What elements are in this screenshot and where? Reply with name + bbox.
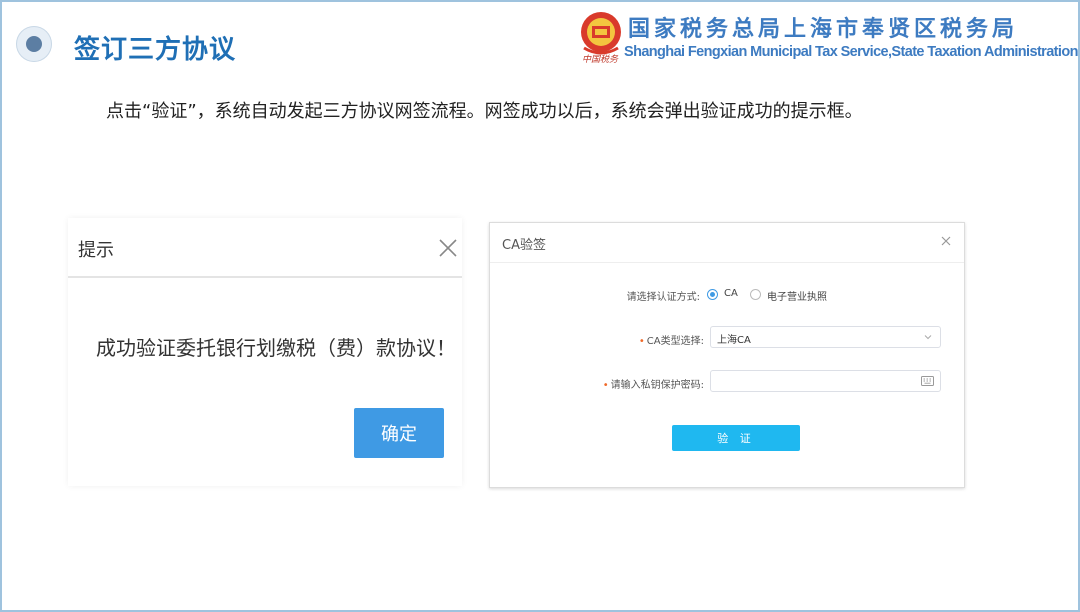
page-title: 签订三方协议 xyxy=(74,35,237,65)
close-icon[interactable] xyxy=(940,235,952,247)
ca-verify-dialog: CA验签 请选择认证方式: CA 电子营业执照 • CA类型选择: 上海CA • 请… xyxy=(489,222,965,488)
password-input[interactable] xyxy=(710,370,941,392)
ca-type-value: 上海CA xyxy=(717,335,751,346)
organization-name-en: Shanghai Fengxian Municipal Tax Service,… xyxy=(624,44,1078,60)
radio-ca[interactable] xyxy=(707,289,718,300)
radio-business-license[interactable] xyxy=(750,289,761,300)
auth-method-label: 请选择认证方式: xyxy=(626,292,700,303)
radio-ca-label: CA xyxy=(724,288,738,299)
emblem-caption: 中国税务 xyxy=(582,55,619,65)
radio-business-license-label: 电子营业执照 xyxy=(767,292,827,303)
organization-name-cn: 国家税务总局上海市奉贤区税务局 xyxy=(628,17,1019,42)
instruction-text: 点击“验证”，系统自动发起三方协议网签流程。网签成功以后，系统会弹出验证成功的提… xyxy=(106,101,863,122)
slide: 签订三方协议 中国税务 国家税务总局上海市奉贤区税务局 Shanghai Fen… xyxy=(0,0,1080,612)
verify-button[interactable]: 验 证 xyxy=(672,425,800,451)
chevron-down-icon xyxy=(924,335,932,340)
bullet-circle-icon xyxy=(16,26,52,62)
success-message: 成功验证委托银行划缴税（费）款协议！ xyxy=(96,336,456,360)
required-mark: • xyxy=(638,336,645,347)
ca-type-select[interactable]: 上海CA xyxy=(710,326,941,348)
confirm-button[interactable]: 确定 xyxy=(354,408,444,458)
dialog-header: CA验签 xyxy=(490,223,964,263)
ca-type-label: • CA类型选择: xyxy=(570,332,704,347)
required-mark: • xyxy=(602,380,609,391)
password-label: • 请输入私钥保护密码: xyxy=(570,376,704,391)
dialog-title: 提示 xyxy=(78,240,114,261)
close-icon[interactable] xyxy=(438,238,458,258)
password-label-text: 请输入私钥保护密码: xyxy=(610,380,704,391)
dialog-title: CA验签 xyxy=(502,238,546,253)
ca-type-label-text: CA类型选择: xyxy=(646,336,704,347)
dialog-header: 提示 xyxy=(68,218,462,278)
keyboard-icon[interactable] xyxy=(921,376,934,386)
success-prompt-dialog: 提示 成功验证委托银行划缴税（费）款协议！ 确定 xyxy=(68,218,462,486)
